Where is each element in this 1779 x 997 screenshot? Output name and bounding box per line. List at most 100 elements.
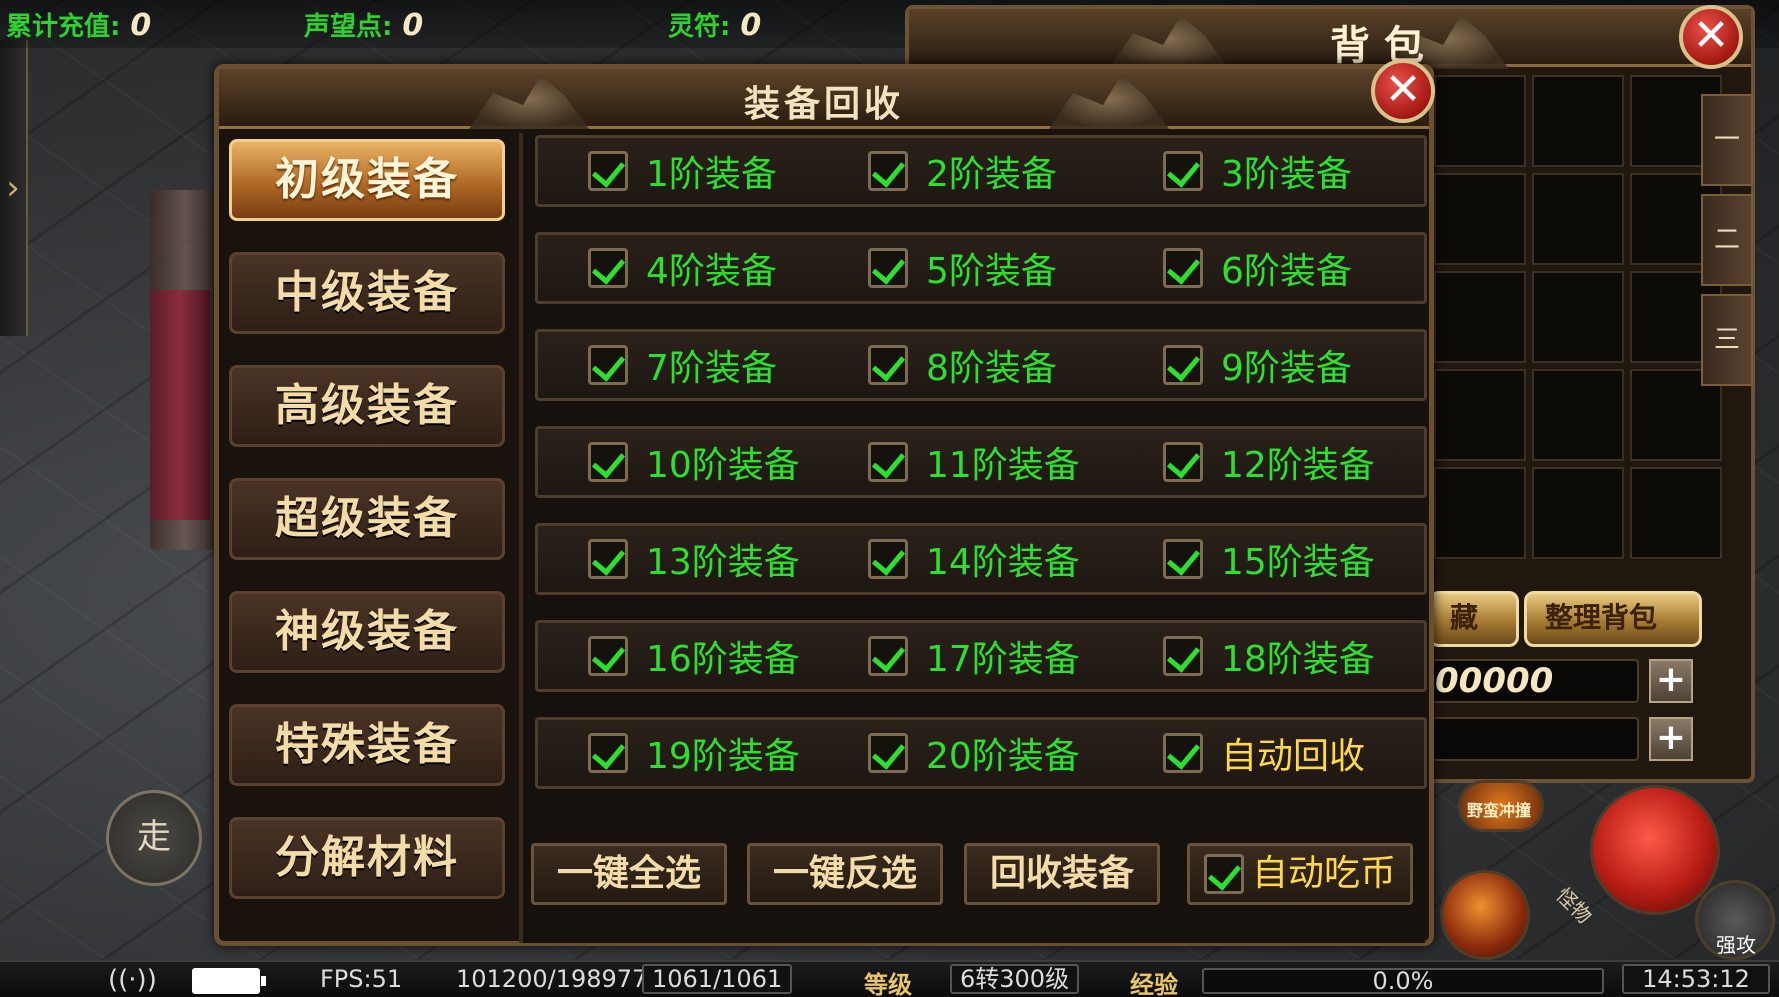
checkbox-checked[interactable]	[588, 733, 628, 773]
checkbox-checked[interactable]	[588, 636, 628, 676]
tab-special-equipment[interactable]: 特殊装备	[229, 704, 505, 786]
checkbox-checked[interactable]	[1163, 248, 1203, 288]
add-gold-button[interactable]: +	[1649, 659, 1693, 703]
option-tier-7[interactable]: 7阶装备	[588, 342, 777, 389]
option-tier-9[interactable]: 9阶装备	[1163, 342, 1352, 389]
checkbox-checked[interactable]	[1163, 442, 1203, 482]
backpack-page-tab-1[interactable]: 一	[1701, 94, 1753, 186]
checkbox-checked[interactable]	[1163, 733, 1203, 773]
option-row: 1阶装备 2阶装备 3阶装备	[535, 135, 1427, 207]
dragon-ornament	[1109, 15, 1229, 69]
add-currency-button[interactable]: +	[1649, 717, 1693, 761]
stat-recharge: 累计充值: 0	[6, 6, 151, 43]
option-tier-15[interactable]: 15阶装备	[1163, 536, 1375, 583]
backpack-slot[interactable]	[1532, 271, 1624, 363]
skill-label: 强攻	[1716, 933, 1756, 957]
tab-decompose-materials[interactable]: 分解材料	[229, 817, 505, 899]
option-label: 10阶装备	[646, 445, 800, 486]
option-label: 14阶装备	[926, 542, 1080, 583]
backpack-slot[interactable]	[1434, 173, 1526, 265]
sort-backpack-button[interactable]: 整理背包	[1524, 591, 1702, 647]
fire-skill-icon[interactable]	[1440, 870, 1530, 960]
checkbox-checked[interactable]	[868, 539, 908, 579]
checkbox-checked[interactable]	[1163, 345, 1203, 385]
chevron-right-icon: ›	[6, 168, 20, 208]
option-tier-14[interactable]: 14阶装备	[868, 536, 1080, 583]
battery-icon	[192, 968, 266, 994]
tab-divine-equipment[interactable]: 神级装备	[229, 591, 505, 673]
checkbox-checked[interactable]	[588, 345, 628, 385]
checkbox-checked[interactable]	[868, 636, 908, 676]
checkbox-checked[interactable]	[868, 345, 908, 385]
option-label: 19阶装备	[646, 736, 800, 777]
checkbox-checked[interactable]	[588, 151, 628, 191]
checkbox-checked[interactable]	[1163, 636, 1203, 676]
backpack-slot[interactable]	[1532, 369, 1624, 461]
backpack-slot[interactable]	[1434, 75, 1526, 167]
backpack-page-tab-2[interactable]: 二	[1701, 194, 1753, 286]
checkbox-checked[interactable]	[1163, 151, 1203, 191]
recycle-equipment-button[interactable]: 回收装备	[964, 843, 1160, 905]
tab-advanced-equipment[interactable]: 高级装备	[229, 365, 505, 447]
option-tier-17[interactable]: 17阶装备	[868, 633, 1080, 680]
checkbox-checked[interactable]	[1203, 854, 1244, 894]
strong-attack-icon[interactable]: 强攻	[1695, 880, 1775, 960]
tab-intermediate-equipment[interactable]: 中级装备	[229, 252, 505, 334]
backpack-slot[interactable]	[1434, 467, 1526, 559]
option-tier-8[interactable]: 8阶装备	[868, 342, 1057, 389]
checkbox-checked[interactable]	[868, 248, 908, 288]
option-tier-6[interactable]: 6阶装备	[1163, 245, 1352, 292]
option-auto-recycle[interactable]: 自动回收	[1163, 730, 1365, 777]
option-tier-20[interactable]: 20阶装备	[868, 730, 1080, 777]
stat-value: 0	[740, 8, 762, 43]
checkbox-checked[interactable]	[588, 248, 628, 288]
option-tier-4[interactable]: 4阶装备	[588, 245, 777, 292]
side-expand-handle[interactable]: ›	[0, 40, 28, 336]
option-tier-12[interactable]: 12阶装备	[1163, 439, 1375, 486]
backpack-slot[interactable]	[1532, 173, 1624, 265]
backpack-slot[interactable]	[1630, 467, 1722, 559]
backpack-slot[interactable]	[1532, 75, 1624, 167]
tab-super-equipment[interactable]: 超级装备	[229, 478, 505, 560]
checkbox-checked[interactable]	[588, 442, 628, 482]
backpack-hidden-button[interactable]: 藏	[1429, 591, 1519, 647]
option-tier-18[interactable]: 18阶装备	[1163, 633, 1375, 680]
backpack-slot[interactable]	[1434, 369, 1526, 461]
option-tier-3[interactable]: 3阶装备	[1163, 148, 1352, 195]
invert-selection-button[interactable]: 一键反选	[747, 843, 943, 905]
backpack-slot[interactable]	[1532, 467, 1624, 559]
option-tier-1[interactable]: 1阶装备	[588, 148, 777, 195]
option-tier-10[interactable]: 10阶装备	[588, 439, 800, 486]
option-row: 16阶装备 17阶装备 18阶装备	[535, 620, 1427, 692]
checkbox-checked[interactable]	[1163, 539, 1203, 579]
option-tier-19[interactable]: 19阶装备	[588, 730, 800, 777]
option-label: 20阶装备	[926, 736, 1080, 777]
select-all-button[interactable]: 一键全选	[531, 843, 727, 905]
backpack-close-button[interactable]: ✕	[1679, 5, 1743, 69]
stat-label: 灵符:	[668, 12, 731, 42]
option-tier-13[interactable]: 13阶装备	[588, 536, 800, 583]
currency-field	[1429, 717, 1639, 761]
recycle-close-button[interactable]: ✕	[1371, 59, 1435, 123]
tab-basic-equipment[interactable]: 初级装备	[229, 139, 505, 221]
stat-talisman: 灵符: 0	[668, 6, 761, 43]
gold-field: 00000	[1429, 659, 1639, 703]
option-tier-5[interactable]: 5阶装备	[868, 245, 1057, 292]
option-tier-2[interactable]: 2阶装备	[868, 148, 1057, 195]
checkbox-checked[interactable]	[868, 442, 908, 482]
level-value: 6转300级	[950, 964, 1080, 994]
checkbox-checked[interactable]	[868, 151, 908, 191]
backpack-slot[interactable]	[1434, 271, 1526, 363]
backpack-page-tab-3[interactable]: 三	[1701, 294, 1753, 386]
attack-skill-icon[interactable]	[1590, 785, 1720, 915]
checkbox-checked[interactable]	[868, 733, 908, 773]
option-tier-16[interactable]: 16阶装备	[588, 633, 800, 680]
auto-coin-toggle[interactable]: 自动吃币	[1187, 843, 1413, 905]
option-tier-11[interactable]: 11阶装备	[868, 439, 1080, 486]
checkbox-checked[interactable]	[588, 539, 628, 579]
recycle-header: 装备回收	[219, 69, 1429, 129]
walk-toggle-button[interactable]: 走	[106, 790, 202, 886]
stat-label: 累计充值:	[6, 12, 121, 42]
option-label: 6阶装备	[1221, 251, 1352, 292]
skill-savage-charge-icon[interactable]: 野蛮冲撞	[1458, 780, 1544, 832]
